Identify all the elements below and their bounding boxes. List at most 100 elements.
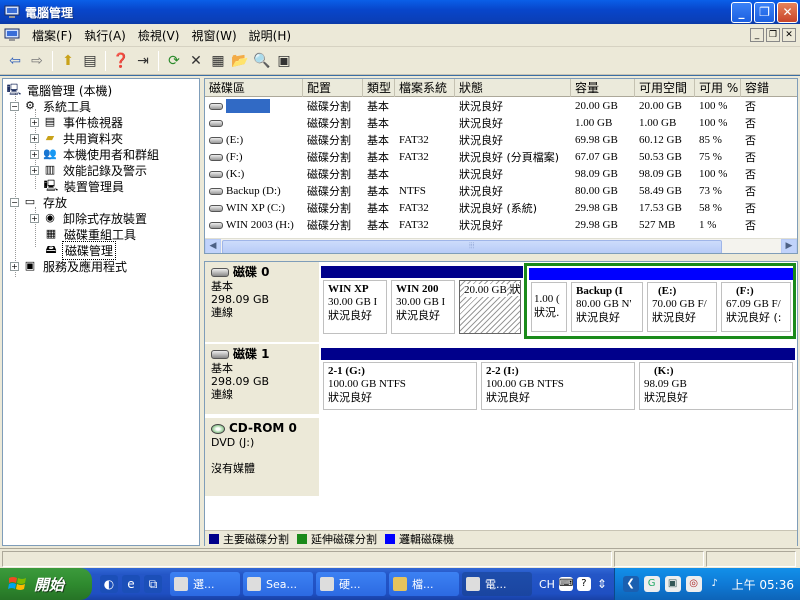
show-hide-tree-icon[interactable]: ▤ — [79, 50, 101, 72]
column-header-capacity[interactable]: 容量 — [571, 79, 635, 97]
properties-sheet-icon[interactable]: ▦ — [207, 50, 229, 72]
open-folder-icon[interactable]: 📂 — [229, 50, 251, 72]
help-icon[interactable]: ? — [576, 577, 591, 591]
expand-tray-icon[interactable]: ⇕ — [595, 575, 609, 593]
language-indicator[interactable]: CH — [539, 578, 555, 591]
clock[interactable]: 上午 05:36 — [732, 576, 794, 593]
mdi-minimize-button[interactable]: _ — [750, 28, 764, 42]
expand-toggle[interactable]: + — [30, 165, 39, 175]
collapse-toggle[interactable]: − — [10, 197, 19, 207]
computer-icon[interactable] — [4, 28, 20, 42]
partition-i[interactable]: 2-2 (I:) 100.00 GB NTFS 狀況良好 — [479, 348, 637, 412]
column-header-percent-free[interactable]: 可用 % — [695, 79, 741, 97]
volume-icon[interactable]: ♪ — [707, 576, 723, 592]
expand-toggle[interactable]: + — [30, 117, 39, 127]
volume-row[interactable]: (K:) 磁碟分割 基本 狀況良好 98.09 GB 98.09 GB 100 % 否 — [205, 166, 797, 183]
logical-drive-e[interactable]: (E:) 70.00 GB F/ 狀況良好 — [645, 268, 719, 334]
scroll-left-button[interactable]: ◀ — [205, 239, 221, 253]
column-header-fault-tolerance[interactable]: 容錯 — [741, 79, 797, 97]
volume-row[interactable]: WIN 2003 (H:) 磁碟分割 基本 FAT32 狀況良好 29.98 GB 527 … — [205, 217, 797, 234]
tree-item-computer-management[interactable]: 🖳 電腦管理 (本機) — [6, 82, 114, 98]
volume-row[interactable]: WIN XP (C:) 磁碟分割 基本 FAT32 狀況良好 (系統) 29.98 GB 1… — [205, 200, 797, 217]
tree-item-storage[interactable]: − ▭ 存放 — [10, 194, 69, 210]
tree-item-performance-logs[interactable]: + ▥ 效能記錄及警示 — [30, 162, 149, 178]
cdrom-0-row[interactable]: CD-ROM 0 DVD (J:) 沒有媒體 — [205, 418, 797, 498]
tree-item-shared-folders[interactable]: + ▰ 共用資料夾 — [30, 130, 125, 146]
taskbar-item-2[interactable]: Sea... — [243, 572, 313, 596]
tree-item-device-manager[interactable]: 🖳 裝置管理員 — [43, 178, 126, 194]
disk-1-info[interactable]: 磁碟 1 基本 298.09 GB 連線 — [205, 344, 319, 414]
partition-win-2003[interactable]: WIN 200 30.00 GB I 狀況良好 — [389, 266, 457, 336]
column-header-status[interactable]: 狀態 — [455, 79, 571, 97]
tree-item-event-viewer[interactable]: + ▤ 事件檢視器 — [30, 114, 125, 130]
delete-icon[interactable]: ✕ — [185, 50, 207, 72]
partition-win-xp[interactable]: WIN XP 30.00 GB I 狀況良好 — [321, 266, 389, 336]
tree-item-disk-management[interactable]: 🖴 磁碟管理 — [43, 240, 117, 260]
start-button[interactable]: 開始 — [0, 568, 92, 600]
taskbar-item-3[interactable]: 硬... — [316, 572, 386, 596]
tree-item-services-applications[interactable]: + ▣ 服務及應用程式 — [10, 258, 129, 274]
internet-explorer-icon[interactable]: e — [122, 575, 140, 593]
tree-item-removable-storage[interactable]: + ◉ 卸除式存放裝置 — [30, 210, 149, 226]
minimize-button[interactable]: _ — [731, 1, 752, 23]
partition-unlabeled-20gb[interactable]: 20.00 GB 狀況良好 — [457, 266, 523, 336]
column-header-file-system[interactable]: 檔案系統 — [395, 79, 455, 97]
disk-graphical-view[interactable]: 磁碟 0 基本 298.09 GB 連線 WIN XP 30.00 GB I 狀… — [204, 261, 798, 546]
partition-g[interactable]: 2-1 (G:) 100.00 GB NTFS 狀況良好 — [321, 348, 479, 412]
tree-item-local-users[interactable]: + 👥 本機使用者和群組 — [30, 146, 161, 162]
cdrom-0-info[interactable]: CD-ROM 0 DVD (J:) 沒有媒體 — [205, 418, 319, 496]
mdi-restore-button[interactable]: ❐ — [766, 28, 780, 42]
refresh-icon[interactable]: ⟳ — [163, 50, 185, 72]
menu-action[interactable]: 執行(A) — [78, 25, 132, 46]
scroll-right-button[interactable]: ▶ — [781, 239, 797, 253]
export-list-icon[interactable]: ⇥ — [132, 50, 154, 72]
disk-1-row[interactable]: 磁碟 1 基本 298.09 GB 連線 2-1 (G:) 100.00 GB … — [205, 344, 797, 416]
scroll-thumb[interactable]: ⦙⦙⦙ — [222, 240, 722, 253]
menu-window[interactable]: 視窗(W) — [185, 25, 242, 46]
logical-drive-backup[interactable]: Backup (I 80.00 GB N' 狀況良好 — [569, 268, 645, 334]
keyboard-icon[interactable]: ⌨ — [558, 577, 573, 591]
up-folder-icon[interactable]: ⬆ — [57, 50, 79, 72]
properties-icon[interactable]: ❓ — [110, 50, 132, 72]
show-hidden-icons-icon[interactable]: ❮ — [622, 576, 639, 592]
column-header-free-space[interactable]: 可用空間 — [635, 79, 695, 97]
mdi-close-button[interactable]: ✕ — [782, 28, 796, 42]
antivirus-icon[interactable]: ◎ — [685, 576, 702, 592]
window-switch-icon[interactable]: ⧉ — [144, 575, 162, 593]
volume-row[interactable]: 磁碟分割 基本 狀況良好 1.00 GB 1.00 GB 100 % 否 — [205, 115, 797, 132]
expand-toggle[interactable]: + — [30, 149, 39, 159]
help-icon[interactable]: ▣ — [273, 50, 295, 72]
back-arrow-icon[interactable]: ⇦ — [4, 50, 26, 72]
volume-list[interactable]: 磁碟區 配置 類型 檔案系統 狀態 容量 可用空間 可用 % 容錯 磁碟分割 基本… — [204, 78, 798, 254]
volume-row[interactable]: (E:) 磁碟分割 基本 FAT32 狀況良好 69.98 GB 60.12 GB 85 % 否 — [205, 132, 797, 149]
console-tree[interactable]: 🖳 電腦管理 (本機) − ⚙ 系統工具 + ▤ 事件檢視器 + ▰ 共用資料夾… — [2, 78, 200, 546]
volume-row[interactable]: Backup (D:) 磁碟分割 基本 NTFS 狀況良好 80.00 GB 58.49 G… — [205, 183, 797, 200]
volume-row[interactable]: 磁碟分割 基本 狀況良好 20.00 GB 20.00 GB 100 % 否 — [205, 98, 797, 115]
expand-toggle[interactable]: + — [10, 261, 19, 271]
column-header-layout[interactable]: 配置 — [303, 79, 363, 97]
menu-file[interactable]: 檔案(F) — [26, 25, 78, 46]
partition-k[interactable]: (K:) 98.09 GB 狀況良好 — [637, 348, 795, 412]
network-icon[interactable]: G — [643, 576, 660, 592]
taskbar-item-5[interactable]: 電... — [462, 572, 532, 596]
forward-arrow-icon[interactable]: ⇨ — [26, 50, 48, 72]
expand-toggle[interactable]: + — [30, 133, 39, 143]
menu-help[interactable]: 說明(H) — [243, 25, 297, 46]
tree-item-system-tools[interactable]: − ⚙ 系統工具 — [10, 98, 93, 114]
show-desktop-icon[interactable]: ◐ — [100, 575, 118, 593]
maximize-button[interactable]: ❐ — [754, 1, 775, 23]
disk-0-info[interactable]: 磁碟 0 基本 298.09 GB 連線 — [205, 262, 319, 342]
expand-toggle[interactable]: + — [30, 213, 39, 223]
disk-0-row[interactable]: 磁碟 0 基本 298.09 GB 連線 WIN XP 30.00 GB I 狀… — [205, 262, 797, 342]
title-bar[interactable]: 電腦管理 _ ❐ ✕ — [0, 0, 800, 24]
column-header-type[interactable]: 類型 — [363, 79, 395, 97]
horizontal-scrollbar[interactable]: ◀ ⦙⦙⦙ ▶ — [205, 238, 797, 253]
logical-drive-f[interactable]: (F:) 67.09 GB F/ 狀況良好 (: — [719, 268, 793, 334]
collapse-toggle[interactable]: − — [10, 101, 19, 111]
logical-drive-1gb[interactable]: 1.00 ( 狀況. — [529, 268, 569, 334]
column-header-volume[interactable]: 磁碟區 — [205, 79, 303, 97]
menu-view[interactable]: 檢視(V) — [132, 25, 186, 46]
taskbar-item-4[interactable]: 檔... — [389, 572, 459, 596]
close-button[interactable]: ✕ — [777, 1, 798, 23]
search-icon[interactable]: 🔍 — [251, 50, 273, 72]
